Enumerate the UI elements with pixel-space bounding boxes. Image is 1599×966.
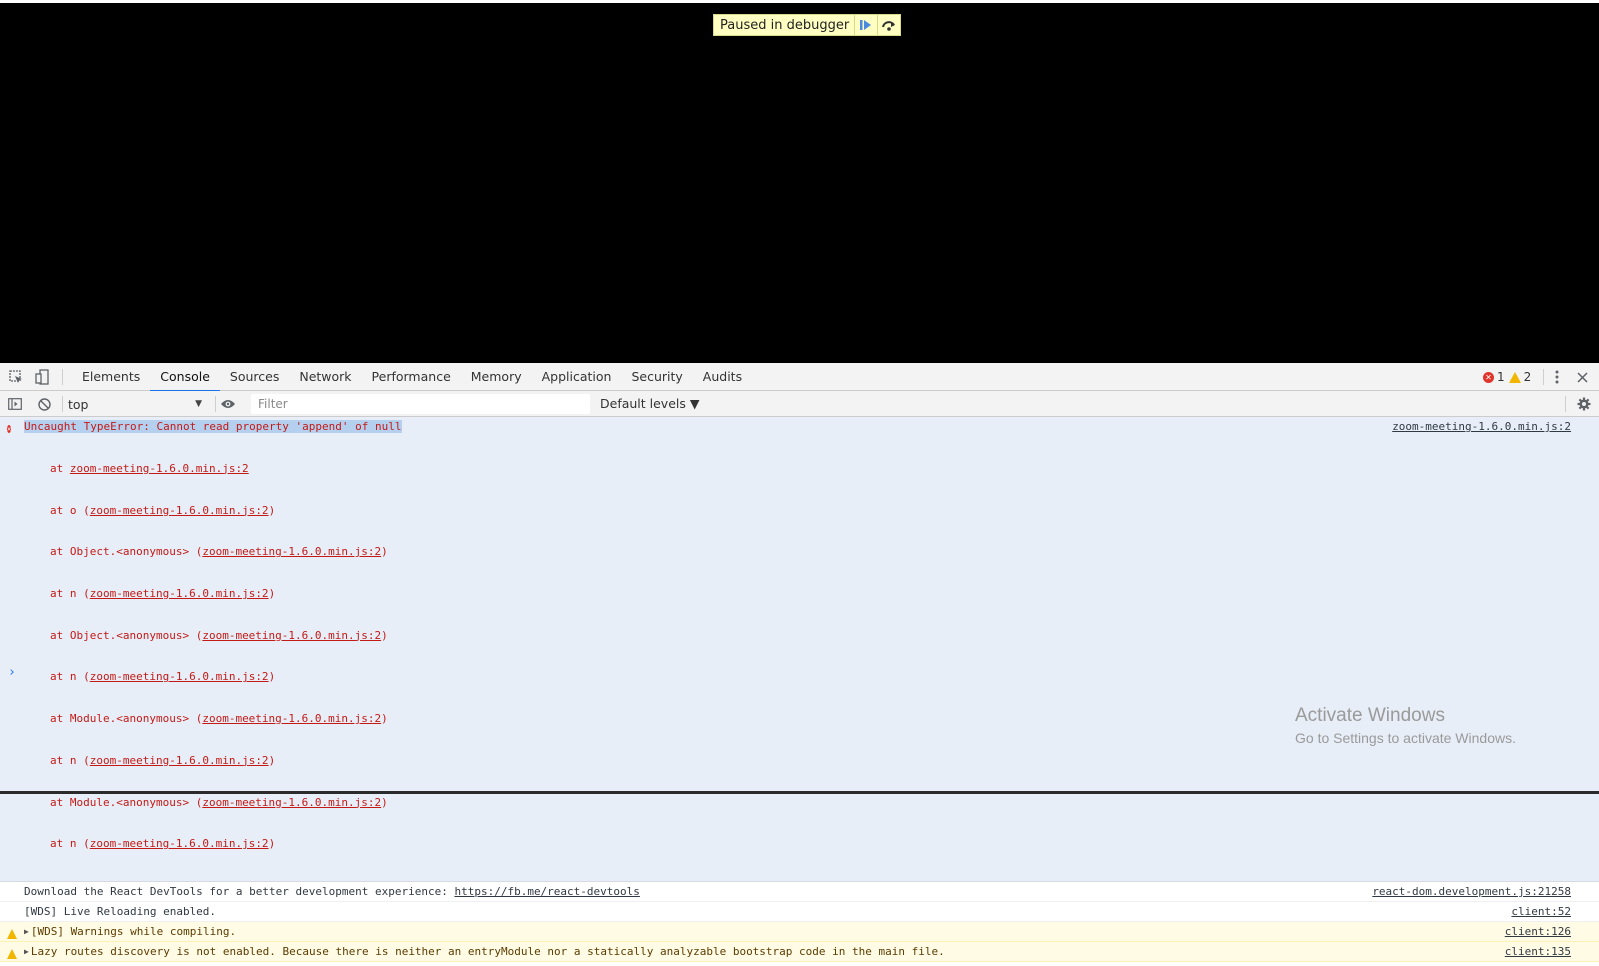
stack-frame: at n (zoom-meeting-1.6.0.min.js:2) xyxy=(50,837,276,851)
more-options-button[interactable] xyxy=(1548,368,1566,386)
watermark-subtitle: Go to Settings to activate Windows. xyxy=(1295,730,1516,746)
toolbar-separator-3 xyxy=(1565,396,1566,412)
tab-memory[interactable]: Memory xyxy=(461,363,532,391)
tab-network[interactable]: Network xyxy=(289,363,361,391)
tab-console[interactable]: Console xyxy=(150,363,220,392)
stack-frame-link[interactable]: zoom-meeting-1.6.0.min.js:2 xyxy=(202,629,381,642)
expand-triangle-icon[interactable]: ▶ xyxy=(24,922,29,942)
close-icon xyxy=(1576,371,1588,383)
device-toolbar-button[interactable] xyxy=(33,368,51,386)
log-text: Download the React DevTools for a better… xyxy=(24,885,640,898)
inspect-element-icon xyxy=(9,370,22,383)
expand-triangle-icon[interactable]: ▶ xyxy=(24,942,29,962)
page-viewport: Paused in debugger xyxy=(0,3,1599,363)
paused-label: Paused in debugger xyxy=(720,17,850,33)
toolbar-separator xyxy=(62,396,63,412)
error-source-link[interactable]: zoom-meeting-1.6.0.min.js:2 xyxy=(1392,420,1571,434)
error-icon: ✕ xyxy=(1483,371,1494,383)
log-source-link[interactable]: react-dom.development.js:21258 xyxy=(1372,882,1571,902)
warning-text: [WDS] Warnings while compiling. xyxy=(30,925,237,938)
step-over-icon xyxy=(882,21,896,31)
stack-frame: at o (zoom-meeting-1.6.0.min.js:2) xyxy=(50,503,276,517)
chevron-down-icon: ▼ xyxy=(195,399,202,409)
stack-frame-link[interactable]: zoom-meeting-1.6.0.min.js:2 xyxy=(202,545,381,558)
inspect-element-button[interactable] xyxy=(7,368,25,386)
console-log-message: [WDS] Live Reloading enabled. client:52 xyxy=(0,902,1599,922)
console-log-message: Download the React DevTools for a better… xyxy=(0,882,1599,902)
tabbar-separator xyxy=(62,369,63,385)
log-text: [WDS] Live Reloading enabled. xyxy=(24,905,217,918)
warning-text: Lazy routes discovery is not enabled. Be… xyxy=(30,945,945,958)
stack-frame: at Object.<anonymous> (zoom-meeting-1.6.… xyxy=(50,628,388,642)
error-icon: ✕ xyxy=(7,425,12,433)
warning-source-link[interactable]: client:135 xyxy=(1505,942,1571,962)
console-warning-message[interactable]: ▶ Lazy routes discovery is not enabled. B… xyxy=(0,942,1599,962)
resume-icon xyxy=(860,20,872,30)
warning-count: 2 xyxy=(1523,370,1532,384)
eye-icon xyxy=(221,400,235,408)
stack-frame: at Module.<anonymous> (zoom-meeting-1.6.… xyxy=(50,795,388,809)
stack-frame-link[interactable]: zoom-meeting-1.6.0.min.js:2 xyxy=(70,462,249,475)
watermark-title: Activate Windows xyxy=(1295,705,1445,726)
stack-frame-link[interactable]: zoom-meeting-1.6.0.min.js:2 xyxy=(202,712,381,725)
tabbar-separator-right xyxy=(1543,369,1544,385)
more-vertical-icon xyxy=(1555,370,1559,384)
log-source-link[interactable]: client:52 xyxy=(1511,902,1571,922)
javascript-context-select[interactable]: top ▼ xyxy=(68,394,202,414)
toolbar-separator-2 xyxy=(215,396,216,412)
step-over-button[interactable] xyxy=(877,15,900,35)
console-toolbar: top ▼ Default levels ▼ xyxy=(0,391,1599,417)
tab-elements[interactable]: Elements xyxy=(72,363,150,391)
clear-console-icon xyxy=(37,397,51,411)
device-toolbar-icon xyxy=(35,369,49,385)
console-settings-button[interactable] xyxy=(1575,395,1593,413)
react-devtools-link[interactable]: https://fb.me/react-devtools xyxy=(454,885,639,898)
clear-console-button[interactable] xyxy=(35,395,53,413)
stack-frame-link[interactable]: zoom-meeting-1.6.0.min.js:2 xyxy=(202,796,381,809)
error-message-text: Uncaught TypeError: Cannot read property… xyxy=(24,420,402,433)
sidebar-toggle-icon xyxy=(8,398,22,410)
devtools-tabbar: Elements Console Sources Network Perform… xyxy=(0,363,1599,392)
console-warning-message[interactable]: ▶ [WDS] Warnings while compiling. client:… xyxy=(0,922,1599,942)
console-error-message: ✕ Uncaught TypeError: Cannot read proper… xyxy=(0,417,1599,882)
warning-icon xyxy=(7,946,20,966)
activate-windows-watermark: Activate Windows Go to Settings to activ… xyxy=(1295,705,1516,746)
filter-input[interactable] xyxy=(251,394,590,414)
context-value: top xyxy=(68,396,89,412)
stack-frame: at n (zoom-meeting-1.6.0.min.js:2) xyxy=(50,586,276,600)
stack-frame: at Object.<anonymous> (zoom-meeting-1.6.… xyxy=(50,545,388,559)
resume-button[interactable] xyxy=(854,15,877,35)
show-sidebar-button[interactable] xyxy=(6,395,24,413)
error-stack-trace: at zoom-meeting-1.6.0.min.js:2 at o (zoo… xyxy=(0,434,1599,879)
stack-frame-link[interactable]: zoom-meeting-1.6.0.min.js:2 xyxy=(90,587,269,600)
live-expression-button[interactable] xyxy=(219,395,237,413)
tab-application[interactable]: Application xyxy=(532,363,622,391)
tab-sources[interactable]: Sources xyxy=(220,363,289,391)
console-prompt[interactable]: › xyxy=(8,665,16,680)
stack-frame-link[interactable]: zoom-meeting-1.6.0.min.js:2 xyxy=(90,837,269,850)
panel-tabs: Elements Console Sources Network Perform… xyxy=(72,363,752,392)
stack-frame: at n (zoom-meeting-1.6.0.min.js:2) xyxy=(50,753,276,767)
stack-frame: at zoom-meeting-1.6.0.min.js:2 xyxy=(50,461,249,475)
warning-source-link[interactable]: client:126 xyxy=(1505,922,1571,942)
stack-frame-link[interactable]: zoom-meeting-1.6.0.min.js:2 xyxy=(90,670,269,683)
error-counter[interactable]: ✕ 1 xyxy=(1483,370,1505,384)
issue-counters[interactable]: ✕ 1 2 xyxy=(1483,370,1535,384)
stack-frame-link[interactable]: zoom-meeting-1.6.0.min.js:2 xyxy=(90,754,269,767)
close-devtools-button[interactable] xyxy=(1573,368,1591,386)
warning-icon xyxy=(1508,371,1521,383)
log-levels-dropdown[interactable]: Default levels ▼ xyxy=(600,394,699,414)
warning-counter[interactable]: 2 xyxy=(1508,370,1532,384)
tab-security[interactable]: Security xyxy=(621,363,692,391)
tab-performance[interactable]: Performance xyxy=(362,363,461,391)
tab-audits[interactable]: Audits xyxy=(693,363,752,391)
gear-icon xyxy=(1577,397,1591,411)
paused-in-debugger-banner: Paused in debugger xyxy=(713,14,902,36)
stack-frame-link[interactable]: zoom-meeting-1.6.0.min.js:2 xyxy=(90,504,269,517)
stack-frame: at n (zoom-meeting-1.6.0.min.js:2) xyxy=(50,670,276,684)
error-count: 1 xyxy=(1497,370,1505,384)
